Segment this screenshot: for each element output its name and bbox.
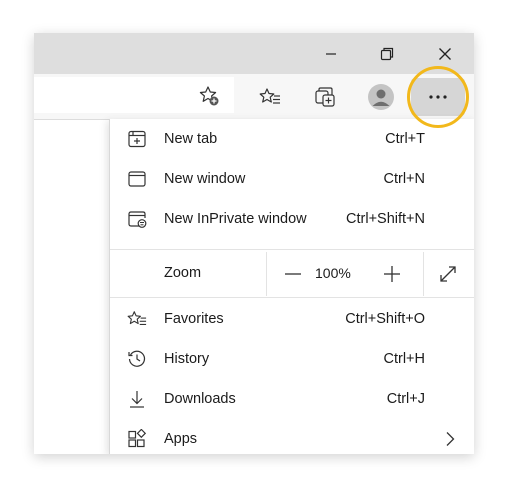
menu-item-new-inprivate-window[interactable]: New InPrivate window Ctrl+Shift+N [110,199,474,239]
avatar [368,83,394,110]
minus-icon [284,265,302,283]
new-window-icon [127,169,147,189]
add-favorite-button[interactable] [196,83,222,109]
settings-menu: New tab Ctrl+T New window Ctrl+N New InP… [109,119,474,454]
favorites-list-icon [259,87,281,107]
restore-icon [380,47,394,61]
zoom-divider [423,252,424,296]
chevron-right-icon [445,431,455,447]
favorites-icon [127,309,147,329]
download-icon [127,389,147,409]
collections-button[interactable] [305,74,345,119]
new-tab-icon [127,129,147,149]
toolbar [34,74,474,120]
title-bar [34,33,474,74]
menu-item-label: Favorites [164,311,224,327]
menu-item-new-tab[interactable]: New tab Ctrl+T [110,119,474,159]
apps-icon [127,429,147,449]
profile-button[interactable] [361,74,401,119]
menu-divider [110,297,474,298]
menu-item-label: New tab [164,131,218,147]
menu-item-shortcut: Ctrl+Shift+N [346,211,425,227]
favorites-button[interactable] [250,74,290,119]
menu-item-shortcut: Ctrl+T [385,131,425,147]
star-add-icon [198,85,220,107]
history-icon [127,349,147,369]
menu-divider [110,249,474,250]
menu-item-history[interactable]: History Ctrl+H [110,339,474,379]
menu-item-label: Downloads [164,391,236,407]
menu-item-label: History [164,351,210,367]
menu-item-label: New InPrivate window [164,211,307,227]
menu-item-shortcut: Ctrl+H [383,351,426,367]
menu-item-shortcut: Ctrl+N [383,171,426,187]
zoom-value: 100% [315,265,351,281]
close-icon [438,47,452,61]
menu-item-shortcut: Ctrl+Shift+O [345,311,425,327]
fullscreen-icon [438,264,458,284]
zoom-in-button[interactable] [374,256,410,292]
zoom-divider [266,252,267,296]
menu-item-apps[interactable]: Apps [110,419,474,454]
minimize-button[interactable] [308,33,354,74]
menu-item-downloads[interactable]: Downloads Ctrl+J [110,379,474,419]
close-button[interactable] [422,33,468,74]
plus-icon [383,265,401,283]
zoom-out-button[interactable] [275,256,311,292]
address-bar[interactable] [34,77,234,113]
inprivate-icon [127,209,147,229]
browser-window: New tab Ctrl+T New window Ctrl+N New InP… [34,33,474,454]
menu-item-new-window[interactable]: New window Ctrl+N [110,159,474,199]
menu-item-shortcut: Ctrl+J [386,391,425,407]
zoom-label: Zoom [164,265,202,281]
more-horizontal-icon [429,95,447,99]
settings-and-more-button[interactable] [411,78,465,116]
collections-icon [314,86,336,108]
menu-item-label: Apps [164,431,198,447]
menu-item-label: New window [164,171,246,187]
restore-button[interactable] [364,33,410,74]
menu-item-favorites[interactable]: Favorites Ctrl+Shift+O [110,299,474,339]
fullscreen-button[interactable] [430,256,466,292]
zoom-row: Zoom 100% [110,252,474,296]
minimize-icon [325,48,337,60]
